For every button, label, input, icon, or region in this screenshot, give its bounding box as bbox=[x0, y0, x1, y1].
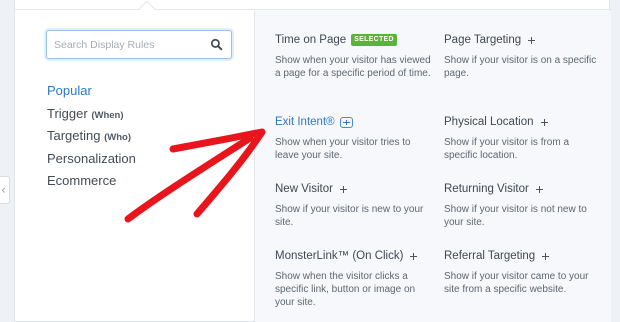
rule-title-row: Referral Targeting bbox=[444, 249, 604, 263]
rule-title-row: Exit Intent® bbox=[275, 115, 435, 129]
sidebar-item-label: Popular bbox=[47, 83, 92, 98]
rule-title-row: Returning Visitor bbox=[444, 182, 604, 196]
rule-title[interactable]: Referral Targeting bbox=[444, 249, 535, 263]
rule-title-row: MonsterLink™ (On Click) bbox=[275, 249, 435, 263]
rule-new-visitor[interactable]: New Visitor Show if your visitor is new … bbox=[275, 182, 435, 229]
rule-title[interactable]: Returning Visitor bbox=[444, 182, 529, 196]
add-rule-plus-icon[interactable] bbox=[526, 35, 537, 46]
sidebar-item-label: Targeting bbox=[47, 128, 101, 143]
add-rule-plus-icon[interactable] bbox=[338, 184, 349, 195]
search-input[interactable] bbox=[54, 37, 204, 53]
rule-monsterlink[interactable]: MonsterLink™ (On Click) Show when the vi… bbox=[275, 249, 435, 310]
selected-badge: SELECTED bbox=[351, 34, 397, 46]
rule-description: Show if your visitor is on a specific pa… bbox=[444, 55, 597, 80]
chevron-left-icon: ‹ bbox=[1, 183, 6, 197]
rule-description: Show if your visitor is not new to your … bbox=[444, 204, 587, 229]
rule-description: Show if your visitor is from a specific … bbox=[444, 137, 570, 162]
rule-description: Show if your visitor came to your site f… bbox=[444, 271, 589, 296]
rule-title[interactable]: Time on Page bbox=[275, 33, 346, 47]
add-rule-plus-icon[interactable] bbox=[339, 116, 353, 128]
rule-description: Show when your visitor has viewed a page… bbox=[275, 55, 431, 80]
collapse-panel-tab[interactable]: ‹ bbox=[0, 176, 10, 204]
sidebar-item-popular[interactable]: Popular bbox=[47, 82, 136, 105]
sidebar-item-trigger[interactable]: Trigger (When) bbox=[47, 105, 136, 128]
rules-grid: Time on Page SELECTED Show when your vis… bbox=[254, 11, 611, 322]
rule-description: Show when your visitor tries to leave yo… bbox=[275, 137, 411, 162]
sidebar-item-ecommerce[interactable]: Ecommerce bbox=[47, 172, 136, 195]
search-icon[interactable] bbox=[210, 38, 223, 51]
rule-exit-intent[interactable]: Exit Intent® Show when your visitor trie… bbox=[275, 115, 435, 162]
rule-description: Show when the visitor clicks a specific … bbox=[275, 271, 416, 309]
rule-title[interactable]: Physical Location bbox=[444, 115, 534, 129]
sidebar-item-suffix: (Who) bbox=[104, 132, 132, 143]
sidebar-item-label: Trigger bbox=[47, 105, 88, 121]
add-rule-plus-icon[interactable] bbox=[534, 184, 545, 195]
display-rules-panel: Popular Trigger (When) Targeting (Who) P… bbox=[14, 0, 611, 322]
rule-title-row: Physical Location bbox=[444, 115, 604, 129]
sidebar-item-targeting[interactable]: Targeting (Who) bbox=[47, 127, 136, 150]
rule-physical-location[interactable]: Physical Location Show if your visitor i… bbox=[444, 115, 604, 162]
add-rule-plus-icon[interactable] bbox=[408, 251, 419, 262]
sidebar-item-label: Personalization bbox=[47, 150, 136, 166]
add-rule-plus-icon[interactable] bbox=[539, 117, 550, 128]
rule-title-row: Page Targeting bbox=[444, 33, 604, 47]
rule-title[interactable]: Page Targeting bbox=[444, 33, 521, 47]
rule-title[interactable]: MonsterLink™ (On Click) bbox=[275, 249, 403, 263]
rule-page-targeting[interactable]: Page Targeting Show if your visitor is o… bbox=[444, 33, 604, 80]
sidebar-item-label: Ecommerce bbox=[47, 173, 117, 188]
rule-referral-targeting[interactable]: Referral Targeting Show if your visitor … bbox=[444, 249, 604, 296]
rule-returning-visitor[interactable]: Returning Visitor Show if your visitor i… bbox=[444, 182, 604, 229]
search-box bbox=[46, 30, 232, 59]
category-nav: Popular Trigger (When) Targeting (Who) P… bbox=[47, 82, 136, 195]
rule-title-row: Time on Page SELECTED bbox=[275, 33, 435, 47]
rules-sidebar: Popular Trigger (When) Targeting (Who) P… bbox=[15, 11, 254, 322]
sidebar-item-personalization[interactable]: Personalization bbox=[47, 150, 136, 173]
rule-title[interactable]: New Visitor bbox=[275, 182, 333, 196]
sidebar-item-suffix: (When) bbox=[91, 109, 124, 121]
add-rule-plus-icon[interactable] bbox=[540, 251, 551, 262]
rule-time-on-page[interactable]: Time on Page SELECTED Show when your vis… bbox=[275, 33, 435, 80]
rule-description: Show if your visitor is new to your site… bbox=[275, 204, 424, 229]
panel-top-strip bbox=[15, 0, 611, 10]
rule-title[interactable]: Exit Intent® bbox=[275, 115, 335, 129]
rule-title-row: New Visitor bbox=[275, 182, 435, 196]
